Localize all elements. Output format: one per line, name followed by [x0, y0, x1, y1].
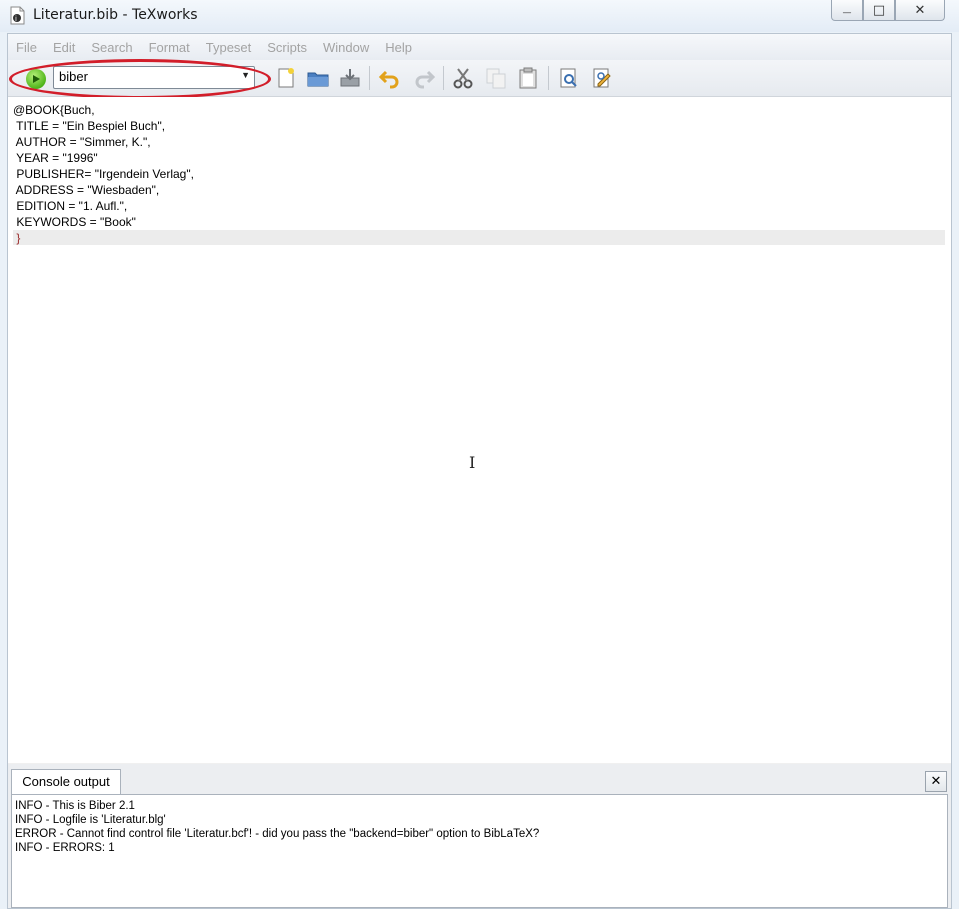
console-line: ERROR - Cannot find control file 'Litera…	[15, 828, 540, 840]
paste-icon[interactable]	[516, 66, 540, 90]
code-editor[interactable]: @BOOK{Buch, TITLE = "Ein Bespiel Buch", …	[8, 97, 951, 763]
editor-line: YEAR = "1996"	[13, 151, 98, 165]
menu-window[interactable]: Window	[315, 40, 377, 55]
maximize-icon: □	[872, 2, 886, 18]
editor-line: }	[13, 231, 21, 245]
toolbar: biber ▼	[8, 59, 951, 99]
console-line: INFO - ERRORS: 1	[15, 842, 115, 854]
editor-line: ADDRESS = "Wiesbaden",	[13, 183, 160, 197]
console-close-button[interactable]: ✕	[925, 771, 947, 792]
copy-icon[interactable]	[484, 66, 508, 90]
find-icon[interactable]	[557, 66, 581, 90]
title-bar: i Literatur.bib - TeXworks — □ ✕	[0, 0, 959, 32]
main-window: File Edit Search Format Typeset Scripts …	[7, 33, 952, 909]
menu-scripts[interactable]: Scripts	[259, 40, 315, 55]
open-folder-icon[interactable]	[306, 66, 330, 90]
console-line: INFO - This is Biber 2.1	[15, 800, 135, 812]
console-output[interactable]: INFO - This is Biber 2.1 INFO - Logfile …	[11, 794, 948, 908]
editor-line: AUTHOR = "Simmer, K.",	[13, 135, 151, 149]
redo-icon[interactable]	[412, 66, 436, 90]
annotation-ellipse	[9, 59, 271, 99]
editor-line: PUBLISHER= "Irgendein Verlag",	[13, 167, 194, 181]
console-line: INFO - Logfile is 'Literatur.blg'	[15, 814, 166, 826]
menu-file[interactable]: File	[8, 40, 45, 55]
svg-text:i: i	[15, 15, 17, 23]
save-icon[interactable]	[338, 66, 362, 90]
editor-line: EDITION = "1. Aufl.",	[13, 199, 128, 213]
editor-line: TITLE = "Ein Bespiel Buch",	[13, 119, 166, 133]
menu-edit[interactable]: Edit	[45, 40, 83, 55]
close-icon: ✕	[914, 2, 926, 18]
maximize-button[interactable]: □	[863, 0, 895, 21]
menu-help[interactable]: Help	[377, 40, 420, 55]
editor-line: @BOOK{Buch,	[13, 103, 95, 117]
replace-icon[interactable]	[590, 66, 614, 90]
undo-icon[interactable]	[378, 66, 402, 90]
text-cursor-icon: I	[469, 453, 476, 472]
menu-bar: File Edit Search Format Typeset Scripts …	[8, 34, 951, 60]
texworks-document-icon: i	[10, 6, 25, 25]
close-window-button[interactable]: ✕	[895, 0, 945, 21]
minimize-icon: —	[842, 8, 852, 18]
menu-format[interactable]: Format	[141, 40, 198, 55]
menu-typeset[interactable]: Typeset	[198, 40, 260, 55]
tab-console-output[interactable]: Console output	[11, 769, 121, 794]
console-panel: Console output ✕ INFO - This is Biber 2.…	[8, 764, 951, 908]
new-document-icon[interactable]	[274, 66, 298, 90]
cut-icon[interactable]	[451, 66, 475, 90]
current-line-highlight	[13, 230, 945, 245]
minimize-button[interactable]: —	[831, 0, 863, 21]
menu-search[interactable]: Search	[83, 40, 140, 55]
window-title: Literatur.bib - TeXworks	[33, 7, 198, 23]
editor-line: KEYWORDS = "Book"	[13, 215, 136, 229]
close-icon: ✕	[930, 774, 942, 789]
